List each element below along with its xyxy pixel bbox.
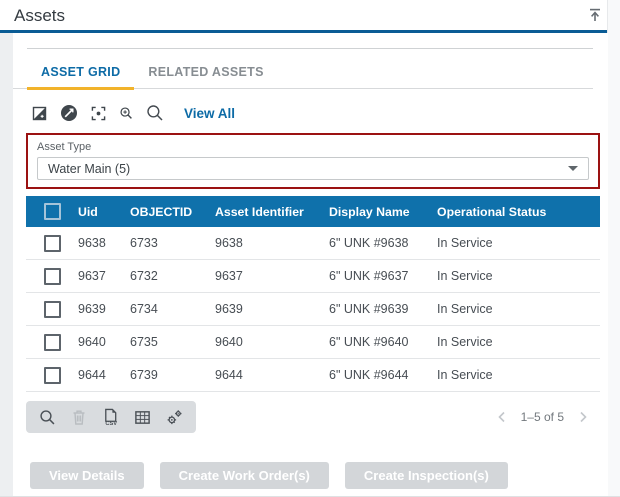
cell-objectid: 6732 <box>122 269 207 283</box>
row-checkbox[interactable] <box>44 334 61 351</box>
cell-uid: 9640 <box>70 335 122 349</box>
row-checkbox-cell <box>26 301 70 318</box>
cell-objectid: 6733 <box>122 236 207 250</box>
svg-text:CSV: CSV <box>105 421 117 426</box>
table-row[interactable]: 9638673396386" UNK #9638In Service <box>26 227 600 260</box>
cell-operational-status: In Service <box>429 302 600 316</box>
cell-asset-identifier: 9637 <box>207 269 321 283</box>
column-header-objectid[interactable]: OBJECTID <box>122 205 207 219</box>
cell-display-name: 6" UNK #9637 <box>321 269 429 283</box>
table-columns-icon[interactable] <box>134 409 151 426</box>
tab-bar: ASSET GRID RELATED ASSETS <box>13 61 593 89</box>
cell-display-name: 6" UNK #9640 <box>321 335 429 349</box>
cell-uid: 9644 <box>70 368 122 382</box>
table-row[interactable]: 9644673996446" UNK #9644In Service <box>26 359 600 392</box>
asset-type-select[interactable]: Water Main (5) <box>37 157 589 180</box>
map-toolbar: View All <box>32 101 608 125</box>
scrollbar-track[interactable] <box>607 0 620 496</box>
cell-objectid: 6739 <box>122 368 207 382</box>
cell-operational-status: In Service <box>429 236 600 250</box>
tab-related-assets[interactable]: RELATED ASSETS <box>134 61 277 88</box>
cell-asset-identifier: 9640 <box>207 335 321 349</box>
table-footer: CSV <box>26 401 590 433</box>
row-checkbox-cell <box>26 334 70 351</box>
cell-uid: 9637 <box>70 269 122 283</box>
table-body: 9638673396386" UNK #9638In Service963767… <box>26 227 600 392</box>
table-row[interactable]: 9640673596406" UNK #9640In Service <box>26 326 600 359</box>
grid-search-icon[interactable] <box>39 409 56 426</box>
create-inspection-button[interactable]: Create Inspection(s) <box>345 462 508 489</box>
create-work-order-button[interactable]: Create Work Order(s) <box>160 462 329 489</box>
asset-type-label: Asset Type <box>37 141 589 153</box>
zoom-to-selection-icon[interactable] <box>91 106 106 121</box>
collapse-panel-icon[interactable] <box>587 7 603 23</box>
search-icon[interactable] <box>146 104 164 122</box>
pagination: 1–5 of 5 <box>495 410 590 424</box>
select-all-checkbox[interactable] <box>44 203 61 220</box>
column-header-display-name[interactable]: Display Name <box>321 205 429 219</box>
cell-uid: 9639 <box>70 302 122 316</box>
row-checkbox-cell <box>26 367 70 384</box>
cell-operational-status: In Service <box>429 368 600 382</box>
row-checkbox-cell <box>26 235 70 252</box>
column-header-uid[interactable]: Uid <box>70 205 122 219</box>
clear-selection-icon[interactable] <box>60 104 78 122</box>
asset-table: UidOBJECTIDAsset IdentifierDisplay NameO… <box>26 196 600 392</box>
chevron-down-icon <box>568 166 578 171</box>
tab-asset-grid[interactable]: ASSET GRID <box>27 61 134 88</box>
header-checkbox-cell <box>26 203 70 220</box>
cell-asset-identifier: 9639 <box>207 302 321 316</box>
cell-objectid: 6734 <box>122 302 207 316</box>
cell-operational-status: In Service <box>429 269 600 283</box>
cell-operational-status: In Service <box>429 335 600 349</box>
column-header-operational-status[interactable]: Operational Status <box>429 205 600 219</box>
table-header-row: UidOBJECTIDAsset IdentifierDisplay NameO… <box>26 196 600 227</box>
cell-uid: 9638 <box>70 236 122 250</box>
table-row[interactable]: 9637673296376" UNK #9637In Service <box>26 260 600 293</box>
view-all-link[interactable]: View All <box>184 106 235 121</box>
action-buttons: View Details Create Work Order(s) Create… <box>30 462 608 489</box>
column-header-asset-identifier[interactable]: Asset Identifier <box>207 205 321 219</box>
export-csv-icon[interactable]: CSV <box>102 408 119 426</box>
assets-panel: Assets ASSET GRID RELATED ASSETS <box>0 0 620 497</box>
asset-type-filter: Asset Type Water Main (5) <box>26 133 600 189</box>
cell-asset-identifier: 9644 <box>207 368 321 382</box>
delete-icon <box>71 409 87 426</box>
next-page-icon[interactable] <box>576 410 590 424</box>
previous-page-icon[interactable] <box>495 410 509 424</box>
row-checkbox[interactable] <box>44 301 61 318</box>
row-checkbox[interactable] <box>44 235 61 252</box>
view-details-button[interactable]: View Details <box>30 462 144 489</box>
cell-objectid: 6735 <box>122 335 207 349</box>
page-range-label: 1–5 of 5 <box>521 410 564 424</box>
panel-left-margin <box>0 33 13 496</box>
cell-asset-identifier: 9638 <box>207 236 321 250</box>
settings-gears-icon[interactable] <box>166 409 183 426</box>
panel-content: ASSET GRID RELATED ASSETS <box>13 33 608 496</box>
invert-selection-icon[interactable] <box>32 106 47 121</box>
zoom-in-icon[interactable] <box>119 106 133 120</box>
row-checkbox[interactable] <box>44 367 61 384</box>
row-checkbox[interactable] <box>44 268 61 285</box>
grid-toolbar: CSV <box>26 401 196 433</box>
asset-type-selected-value: Water Main (5) <box>48 162 130 176</box>
page-title: Assets <box>0 0 620 31</box>
cell-display-name: 6" UNK #9639 <box>321 302 429 316</box>
table-row[interactable]: 9639673496396" UNK #9639In Service <box>26 293 600 326</box>
panel-titlebar: Assets <box>0 0 620 30</box>
cell-display-name: 6" UNK #9644 <box>321 368 429 382</box>
cell-display-name: 6" UNK #9638 <box>321 236 429 250</box>
divider <box>27 48 593 49</box>
row-checkbox-cell <box>26 268 70 285</box>
